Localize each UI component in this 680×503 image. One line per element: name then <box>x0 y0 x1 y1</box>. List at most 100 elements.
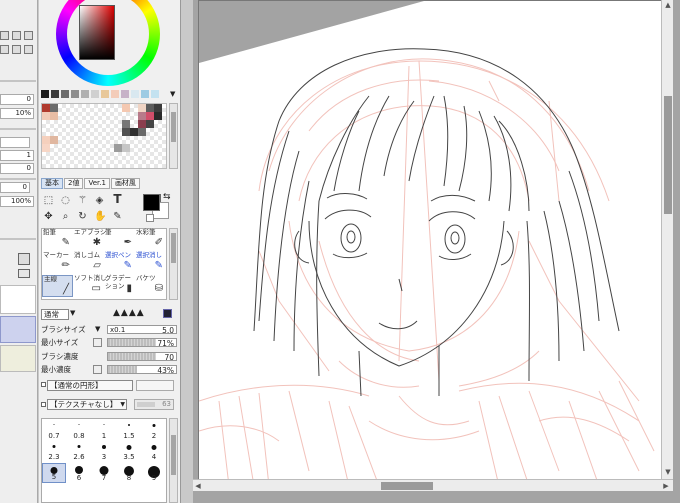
scroll-up-icon[interactable]: ▲ <box>663 0 673 10</box>
brush-scrollbar[interactable] <box>169 228 178 300</box>
palette-swatch[interactable] <box>50 136 58 144</box>
magic-wand-icon[interactable]: ⚚ <box>77 195 88 206</box>
brush-size-preset[interactable]: 0.8 <box>67 421 91 441</box>
palette-swatch[interactable] <box>138 112 146 120</box>
brush-size-preset[interactable]: 3.5 <box>117 442 141 462</box>
layer-thumbnail-selected[interactable] <box>0 316 36 343</box>
eyedropper-icon[interactable]: ✎ <box>112 211 123 222</box>
mode-icon[interactable] <box>24 45 33 54</box>
chevron-down-icon[interactable]: ▼ <box>95 324 100 335</box>
brush-size-preset[interactable]: 8 <box>117 463 141 483</box>
brush-size-preset[interactable]: 2 <box>142 421 166 441</box>
palette-swatch[interactable] <box>42 104 50 112</box>
layer-thumbnail[interactable] <box>0 345 36 372</box>
palette-swatch[interactable] <box>122 128 130 136</box>
brush-slot[interactable]: ソフト消し ▭ <box>73 275 107 297</box>
tab-ver1[interactable]: Ver.1 <box>84 178 110 189</box>
brush-size-preset[interactable]: 3 <box>92 442 116 462</box>
brush-slot[interactable]: 鉛筆 ✎ <box>42 229 73 251</box>
brush-slot[interactable]: 消しゴム ▱ <box>73 252 104 274</box>
blend-mode-select[interactable]: 通常 <box>41 309 69 320</box>
palette-swatch[interactable] <box>91 90 99 98</box>
lasso-icon[interactable]: ◌ <box>60 195 71 206</box>
value-field[interactable] <box>0 137 30 148</box>
text-tool-icon[interactable]: T <box>112 193 123 205</box>
palette-swatch[interactable] <box>121 90 129 98</box>
bucket-select-icon[interactable]: ◈ <box>94 195 105 206</box>
zoom-icon[interactable]: ⌕ <box>60 211 71 222</box>
brush-size-preset[interactable]: 5 <box>42 463 66 483</box>
saturation-value-square[interactable] <box>79 5 115 60</box>
brush-slot[interactable]: 選択ペン ✎ <box>104 252 135 274</box>
palette-swatch[interactable] <box>111 90 119 98</box>
scroll-left-icon[interactable]: ◀ <box>193 481 203 491</box>
palette-swatch[interactable] <box>138 128 146 136</box>
scroll-right-icon[interactable]: ▶ <box>661 481 671 491</box>
palette-swatch[interactable] <box>146 120 154 128</box>
palette-scrollbar[interactable] <box>169 103 178 169</box>
value-field[interactable]: 0 <box>0 182 30 193</box>
brush-shape-selected-icon[interactable] <box>163 309 172 318</box>
mode-icon[interactable] <box>12 31 21 40</box>
pressure-toggle-icon[interactable] <box>93 365 102 374</box>
brush-size-preset[interactable]: 4 <box>142 442 166 462</box>
pressure-toggle-icon[interactable] <box>93 338 102 347</box>
brush-slot[interactable]: 筆 ✒ <box>104 229 135 251</box>
density-slider[interactable]: 70 <box>107 352 177 362</box>
palette-swatch[interactable] <box>122 144 130 152</box>
palette-swatch[interactable] <box>154 104 162 112</box>
palette-swatch[interactable] <box>151 90 159 98</box>
brush-size-slider[interactable]: x0.1 5.0 <box>107 325 177 335</box>
color-palette[interactable] <box>41 103 167 169</box>
vertical-scroll-thumb[interactable] <box>664 96 672 214</box>
mode-icon[interactable] <box>12 45 21 54</box>
mode-icon[interactable] <box>24 31 33 40</box>
palette-swatch[interactable] <box>138 120 146 128</box>
tab-basic[interactable]: 基本 <box>41 178 63 189</box>
transparent-color-icon[interactable] <box>146 214 154 222</box>
brush-shape-icons[interactable]: ▲▲▲▲ <box>113 308 145 318</box>
palette-swatch[interactable] <box>42 112 50 120</box>
palette-swatch[interactable] <box>42 144 50 152</box>
shape-strength-field[interactable] <box>136 380 174 391</box>
drawing-canvas[interactable] <box>198 0 666 485</box>
foreground-color[interactable] <box>143 194 160 211</box>
brush-slot[interactable]: バケツ ⛁ <box>135 275 166 297</box>
palette-swatch[interactable] <box>154 112 162 120</box>
palette-swatch[interactable] <box>50 104 58 112</box>
horizontal-scrollbar[interactable]: ◀ ▶ <box>193 479 673 491</box>
value-field[interactable]: 0 <box>0 163 34 174</box>
palette-swatch[interactable] <box>122 120 130 128</box>
value-field[interactable]: 10% <box>0 108 34 119</box>
palette-swatch[interactable] <box>130 128 138 136</box>
brush-size-preset[interactable]: 0.7 <box>42 421 66 441</box>
value-field[interactable]: 0 <box>0 94 34 105</box>
palette-swatch[interactable] <box>61 90 69 98</box>
palette-swatch[interactable] <box>146 112 154 120</box>
brush-size-preset[interactable]: 2.6 <box>67 442 91 462</box>
palette-swatch[interactable] <box>146 104 154 112</box>
brush-slot[interactable]: マーカー ✏ <box>42 252 73 274</box>
palette-swatch[interactable] <box>131 90 139 98</box>
brush-size-preset[interactable]: 7 <box>92 463 116 483</box>
texture-dropdown[interactable]: 【テクスチャなし】 ▼ <box>47 399 127 410</box>
horizontal-scroll-thumb[interactable] <box>381 482 433 490</box>
palette-swatch[interactable] <box>122 104 130 112</box>
brush-size-preset[interactable]: 6 <box>67 463 91 483</box>
palette-swatch[interactable] <box>51 90 59 98</box>
hand-icon[interactable]: ✋ <box>94 211 106 222</box>
palette-swatch[interactable] <box>101 90 109 98</box>
brush-slot[interactable]: 選択消し ✎ <box>135 252 166 274</box>
layer-lock-icon[interactable] <box>18 269 30 278</box>
chevron-down-icon[interactable]: ▼ <box>70 309 75 317</box>
brush-shape-dropdown[interactable]: 【通常の円形】 <box>47 380 133 391</box>
rect-select-icon[interactable]: ⬚ <box>43 195 54 206</box>
layer-thumbnail[interactable] <box>0 285 36 314</box>
preset-scrollbar[interactable] <box>169 418 178 503</box>
palette-swatch[interactable] <box>71 90 79 98</box>
rotate-icon[interactable]: ↻ <box>77 211 88 222</box>
brush-size-preset[interactable]: 1 <box>92 421 116 441</box>
brush-slot[interactable]: 主線 ╱ <box>42 275 73 297</box>
mode-icon[interactable] <box>0 31 9 40</box>
palette-swatch[interactable] <box>42 136 50 144</box>
